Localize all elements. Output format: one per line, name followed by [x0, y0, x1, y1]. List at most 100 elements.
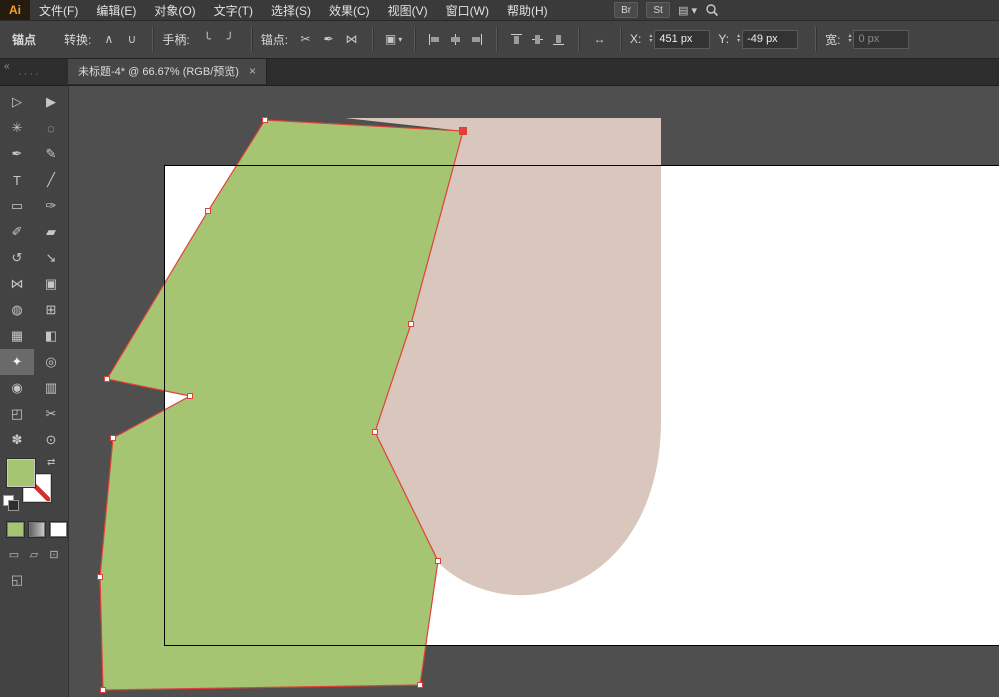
y-label: Y: — [718, 32, 729, 46]
canvas-area[interactable] — [68, 85, 999, 697]
document-tab[interactable]: 未标题-4* @ 66.67% (RGB/预览) × — [68, 58, 267, 84]
menu-effect[interactable]: 效果(C) — [320, 0, 379, 20]
anchor-point[interactable] — [105, 377, 110, 382]
menu-object[interactable]: 对象(O) — [145, 0, 204, 20]
isolate-object-icon[interactable]: ▣ ▾ — [383, 29, 404, 50]
slice-tool[interactable]: ✂ — [34, 401, 68, 427]
x-input[interactable]: 451 px — [654, 30, 710, 49]
rotate-tool[interactable]: ↺ — [0, 245, 34, 271]
app-logo: Ai — [0, 0, 30, 20]
convert-corner-icon[interactable]: ∧ — [98, 29, 119, 50]
collapse-panel-icon[interactable]: « — [4, 61, 8, 72]
width-label: 宽: — [825, 31, 840, 48]
stepper-down-icon: ▾ — [649, 39, 652, 44]
draw-inside-icon[interactable]: ⊡ — [46, 546, 62, 562]
zoom-tool[interactable]: ⊙ — [34, 427, 68, 453]
perspective-grid-tool[interactable]: ⊞ — [34, 297, 68, 323]
menu-type[interactable]: 文字(T) — [205, 0, 262, 20]
delete-anchor-icon[interactable]: ✒ — [318, 29, 339, 50]
isolate-box-icon: ▣ — [385, 32, 396, 46]
align-center-icon[interactable] — [448, 32, 463, 47]
blend-tool[interactable]: ◎ — [34, 349, 68, 375]
align-middle-icon[interactable] — [530, 32, 545, 47]
menu-view[interactable]: 视图(V) — [379, 0, 437, 20]
x-stepper[interactable]: ▴ ▾ — [649, 34, 652, 44]
close-tab-button[interactable]: × — [249, 64, 256, 78]
anchor-point[interactable] — [418, 683, 423, 688]
stock-button[interactable]: St — [646, 2, 670, 18]
cut-path-icon[interactable]: ✂ — [295, 29, 316, 50]
fill-swatch[interactable] — [7, 459, 35, 487]
workspace-switcher[interactable]: ▤ ▾ — [678, 4, 697, 17]
anchor-point[interactable] — [98, 575, 103, 580]
connect-path-icon[interactable]: ⋈ — [341, 29, 362, 50]
swap-fill-stroke-icon[interactable]: ⇄ — [47, 457, 55, 468]
none-fill-button[interactable] — [49, 521, 68, 538]
convert-smooth-icon[interactable]: ∪ — [121, 29, 142, 50]
gradient-fill-button[interactable] — [28, 521, 47, 538]
type-tool[interactable]: T — [0, 167, 34, 193]
selection-tool[interactable]: ▶ — [34, 89, 68, 115]
anchor-point[interactable] — [373, 430, 378, 435]
pencil-tool[interactable]: ✐ — [0, 219, 34, 245]
align-bottom-icon[interactable] — [551, 32, 566, 47]
distribute-spacing-icon[interactable]: ↔ — [589, 29, 610, 50]
menu-edit[interactable]: 编辑(E) — [87, 0, 145, 20]
y-input[interactable]: -49 px — [742, 30, 798, 49]
width-stepper[interactable]: ▴ ▾ — [848, 34, 851, 44]
mesh-tool[interactable]: ▦ — [0, 323, 34, 349]
selected-anchor-point[interactable] — [460, 128, 467, 135]
align-right-icon[interactable] — [469, 32, 484, 47]
column-graph-tool[interactable]: ▥ — [34, 375, 68, 401]
anchor-point[interactable] — [263, 118, 268, 123]
symbol-sprayer-tool[interactable]: ◉ — [0, 375, 34, 401]
menu-help[interactable]: 帮助(H) — [498, 0, 557, 20]
anchor-point[interactable] — [101, 688, 106, 693]
magic-wand-tool[interactable]: ✳ — [0, 115, 34, 141]
separator — [152, 27, 153, 51]
shape-builder-tool[interactable]: ◍ — [0, 297, 34, 323]
handles-hide-icon[interactable]: ╯ — [220, 29, 241, 50]
anchor-point[interactable] — [188, 394, 193, 399]
anchor-point[interactable] — [409, 322, 414, 327]
draw-behind-icon[interactable]: ▱ — [26, 546, 42, 562]
anchor-point[interactable] — [111, 436, 116, 441]
direct-selection-tool[interactable]: ▷ — [0, 89, 34, 115]
screen-mode-icon[interactable]: ◱ — [8, 572, 26, 588]
free-transform-tool[interactable]: ▣ — [34, 271, 68, 297]
menu-select[interactable]: 选择(S) — [262, 0, 320, 20]
anchor-point[interactable] — [436, 559, 441, 564]
handles-show-icon[interactable]: ╰ — [197, 29, 218, 50]
x-label: X: — [630, 32, 641, 46]
draw-normal-icon[interactable]: ▭ — [6, 546, 22, 562]
gradient-tool[interactable]: ◧ — [34, 323, 68, 349]
align-left-icon[interactable] — [427, 32, 442, 47]
chevron-down-icon: ▾ — [398, 35, 402, 44]
align-top-icon[interactable] — [509, 32, 524, 47]
rectangle-tool[interactable]: ▭ — [0, 193, 34, 219]
color-fill-button[interactable] — [6, 521, 25, 538]
y-stepper[interactable]: ▴ ▾ — [737, 34, 740, 44]
tool-panel: ▷ ▶ ✳ ◌ ✒ ✎ T ╱ ▭ ✑ ✐ ▰ ↺ ↘ ⋈ ▣ ◍ ⊞ ▦ ◧ … — [0, 85, 69, 697]
eraser-tool[interactable]: ▰ — [34, 219, 68, 245]
paintbrush-tool[interactable]: ✑ — [34, 193, 68, 219]
hand-tool[interactable]: ✽ — [0, 427, 34, 453]
workspace-icon: ▤ — [678, 4, 688, 17]
artboard-tool[interactable]: ◰ — [0, 401, 34, 427]
eyedropper-tool[interactable]: ✦ — [0, 349, 34, 375]
menu-window[interactable]: 窗口(W) — [437, 0, 498, 20]
lasso-tool[interactable]: ◌ — [34, 115, 68, 141]
pen-tool[interactable]: ✒ — [0, 141, 34, 167]
line-segment-tool[interactable]: ╱ — [34, 167, 68, 193]
scale-tool[interactable]: ↘ — [34, 245, 68, 271]
anchor-point[interactable] — [206, 209, 211, 214]
width-tool[interactable]: ⋈ — [0, 271, 34, 297]
panel-grip-icon[interactable]: ···· — [18, 71, 41, 77]
curvature-tool[interactable]: ✎ — [34, 141, 68, 167]
canvas-svg[interactable] — [68, 85, 999, 697]
menu-file[interactable]: 文件(F) — [30, 0, 87, 20]
width-input[interactable]: 0 px — [853, 30, 909, 49]
fill-stroke-widget: ⇄ — [0, 459, 68, 517]
bridge-button[interactable]: Br — [614, 2, 638, 18]
search-icon[interactable] — [705, 3, 719, 17]
